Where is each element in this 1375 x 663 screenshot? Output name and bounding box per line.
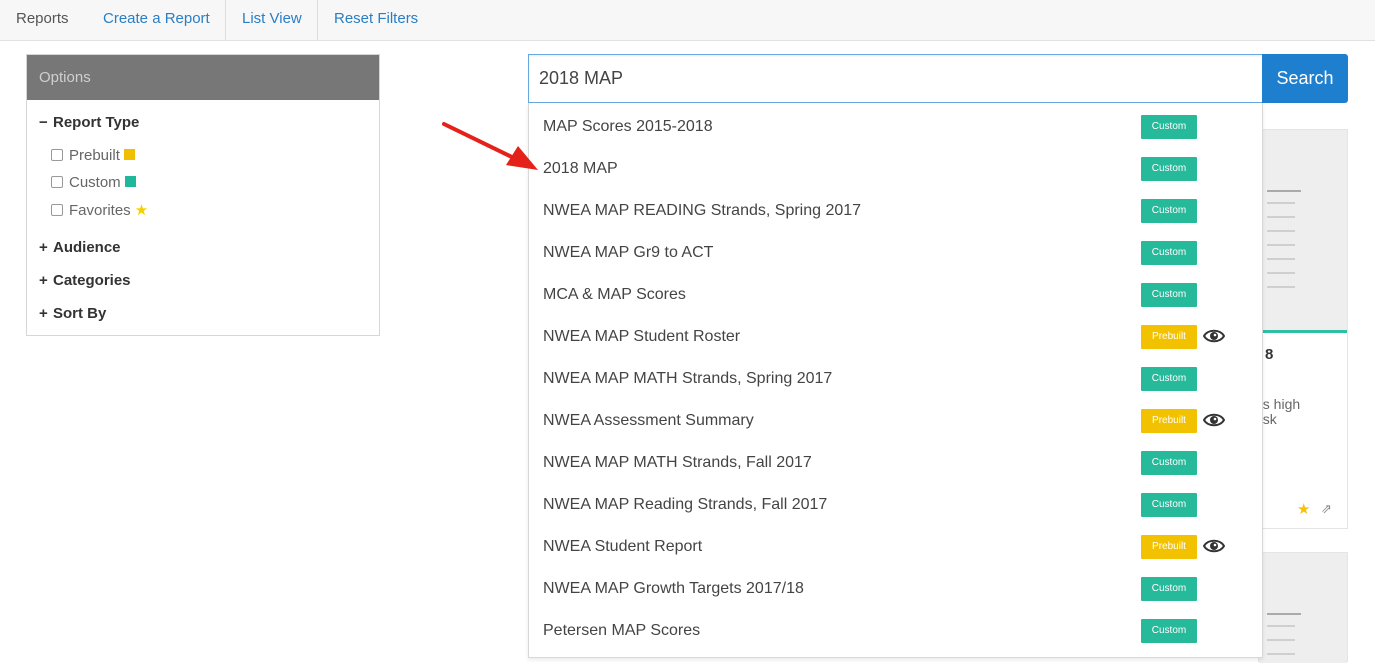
custom-badge: Custom bbox=[1141, 619, 1197, 643]
nav-list-view[interactable]: List View bbox=[225, 0, 318, 40]
plus-icon: + bbox=[39, 305, 48, 322]
thumb-line bbox=[1267, 625, 1295, 627]
suggestion-label: NWEA MAP Gr9 to ACT bbox=[543, 244, 714, 261]
thumb-line bbox=[1267, 230, 1295, 232]
custom-badge: Custom bbox=[1141, 367, 1197, 391]
filter-prebuilt-label: Prebuilt bbox=[69, 147, 120, 164]
filter-favorites-label: Favorites bbox=[69, 202, 131, 219]
custom-color-bar bbox=[1259, 330, 1347, 333]
section-sort-by-label: Sort By bbox=[53, 305, 107, 322]
suggestion-label: NWEA MAP Growth Targets 2017/18 bbox=[543, 580, 804, 597]
suggestion-label: NWEA Student Report bbox=[543, 538, 703, 555]
options-header: Options bbox=[27, 55, 379, 100]
suggestion-label: NWEA MAP READING Strands, Spring 2017 bbox=[543, 202, 862, 219]
suggestion-label: NWEA MAP MATH Strands, Fall 2017 bbox=[543, 454, 812, 471]
thumb-line bbox=[1267, 639, 1295, 641]
options-panel: Options − Report Type Prebuilt Custom Fav… bbox=[26, 54, 380, 336]
nav-reset-filters[interactable]: Reset Filters bbox=[317, 0, 434, 40]
thumb-line bbox=[1267, 216, 1295, 218]
minus-icon: − bbox=[39, 114, 48, 131]
custom-badge: Custom bbox=[1141, 115, 1197, 139]
thumb-line bbox=[1267, 190, 1301, 192]
section-sort-by[interactable]: + Sort By bbox=[39, 305, 106, 322]
suggestion-label: 2018 MAP bbox=[543, 160, 618, 177]
eye-icon[interactable] bbox=[1202, 538, 1226, 556]
custom-badge: Custom bbox=[1141, 451, 1197, 475]
teal-square-icon bbox=[124, 176, 136, 187]
search-suggestions: MAP Scores 2015-2018 Custom 2018 MAP Custom… bbox=[528, 103, 1263, 658]
filter-favorites[interactable]: Favorites ★ bbox=[51, 201, 148, 219]
section-categories-label: Categories bbox=[53, 272, 131, 289]
report-thumbnail bbox=[1259, 553, 1347, 663]
thumb-line bbox=[1267, 202, 1295, 204]
custom-badge: Custom bbox=[1141, 283, 1197, 307]
section-report-type[interactable]: − Report Type bbox=[39, 114, 139, 131]
suggestion-item[interactable]: MAP Scores 2015-2018 Custom bbox=[529, 106, 1262, 148]
suggestion-label: NWEA MAP Student Roster bbox=[543, 328, 741, 345]
suggestion-item[interactable]: NWEA MAP READING Strands, Spring 2017 Cus… bbox=[529, 190, 1262, 232]
section-audience-label: Audience bbox=[53, 239, 121, 256]
thumb-line bbox=[1267, 653, 1295, 655]
custom-badge: Custom bbox=[1141, 241, 1197, 265]
search-input[interactable]: 2018 MAP bbox=[528, 54, 1264, 103]
report-card-title: 8 bbox=[1265, 346, 1274, 363]
favorites-checkbox[interactable] bbox=[51, 204, 63, 216]
filter-prebuilt[interactable]: Prebuilt bbox=[51, 147, 135, 164]
suggestion-item[interactable]: NWEA Assessment Summary Prebuilt bbox=[529, 400, 1262, 442]
custom-badge: Custom bbox=[1141, 577, 1197, 601]
suggestion-label: NWEA MAP Reading Strands, Fall 2017 bbox=[543, 496, 828, 513]
star-icon: ★ bbox=[134, 202, 149, 219]
section-categories[interactable]: + Categories bbox=[39, 272, 131, 289]
nav-brand[interactable]: Reports bbox=[0, 0, 85, 40]
custom-badge: Custom bbox=[1141, 199, 1197, 223]
suggestion-label: MAP Scores 2015-2018 bbox=[543, 118, 713, 135]
suggestion-label: NWEA MAP MATH Strands, Spring 2017 bbox=[543, 370, 833, 387]
favorite-star-icon[interactable]: ★ bbox=[1297, 500, 1310, 518]
suggestion-item[interactable]: NWEA Student Report Prebuilt bbox=[529, 526, 1262, 568]
top-nav: Reports Create a Report List View Reset … bbox=[0, 0, 1375, 41]
search-button[interactable]: Search bbox=[1262, 54, 1348, 103]
share-icon[interactable]: ⇗ bbox=[1321, 501, 1332, 517]
thumb-line bbox=[1267, 244, 1295, 246]
prebuilt-badge: Prebuilt bbox=[1141, 409, 1197, 433]
plus-icon: + bbox=[39, 272, 48, 289]
suggestion-label: NWEA Assessment Summary bbox=[543, 412, 754, 429]
thumb-line bbox=[1267, 272, 1295, 274]
filter-custom-label: Custom bbox=[69, 174, 121, 191]
section-report-type-label: Report Type bbox=[53, 114, 140, 131]
suggestion-item[interactable]: NWEA MAP Student Roster Prebuilt bbox=[529, 316, 1262, 358]
suggestion-item[interactable]: Petersen MAP Scores Custom bbox=[529, 610, 1262, 652]
thumb-line bbox=[1267, 258, 1295, 260]
suggestion-item[interactable]: NWEA MAP MATH Strands, Spring 2017 Custom bbox=[529, 358, 1262, 400]
prebuilt-checkbox[interactable] bbox=[51, 149, 63, 161]
suggestion-item[interactable]: NWEA MAP Growth Targets 2017/18 Custom bbox=[529, 568, 1262, 610]
filter-custom[interactable]: Custom bbox=[51, 174, 136, 191]
suggestion-label: Petersen MAP Scores bbox=[543, 622, 701, 639]
prebuilt-badge: Prebuilt bbox=[1141, 325, 1197, 349]
report-card[interactable]: 8 es high risk ★ ⇗ bbox=[1255, 129, 1348, 529]
suggestion-item[interactable]: NWEA MAP Gr9 to ACT Custom bbox=[529, 232, 1262, 274]
eye-icon[interactable] bbox=[1202, 412, 1226, 430]
report-card[interactable] bbox=[1258, 552, 1348, 663]
thumb-line bbox=[1267, 286, 1295, 288]
suggestion-item[interactable]: NWEA MAP Reading Strands, Fall 2017 Custo… bbox=[529, 484, 1262, 526]
red-arrow-annotation bbox=[442, 122, 538, 170]
suggestion-item[interactable]: 2018 MAP Custom bbox=[529, 148, 1262, 190]
custom-checkbox[interactable] bbox=[51, 176, 63, 188]
custom-badge: Custom bbox=[1141, 157, 1197, 181]
section-audience[interactable]: + Audience bbox=[39, 239, 121, 256]
suggestion-item[interactable]: NWEA MAP MATH Strands, Fall 2017 Custom bbox=[529, 442, 1262, 484]
yellow-square-icon bbox=[123, 149, 135, 160]
prebuilt-badge: Prebuilt bbox=[1141, 535, 1197, 559]
plus-icon: + bbox=[39, 239, 48, 256]
thumb-line bbox=[1267, 613, 1301, 615]
custom-badge: Custom bbox=[1141, 493, 1197, 517]
nav-create-report[interactable]: Create a Report bbox=[87, 0, 226, 40]
eye-icon[interactable] bbox=[1202, 328, 1226, 346]
suggestion-label: MCA & MAP Scores bbox=[543, 286, 686, 303]
suggestion-item[interactable]: MCA & MAP Scores Custom bbox=[529, 274, 1262, 316]
